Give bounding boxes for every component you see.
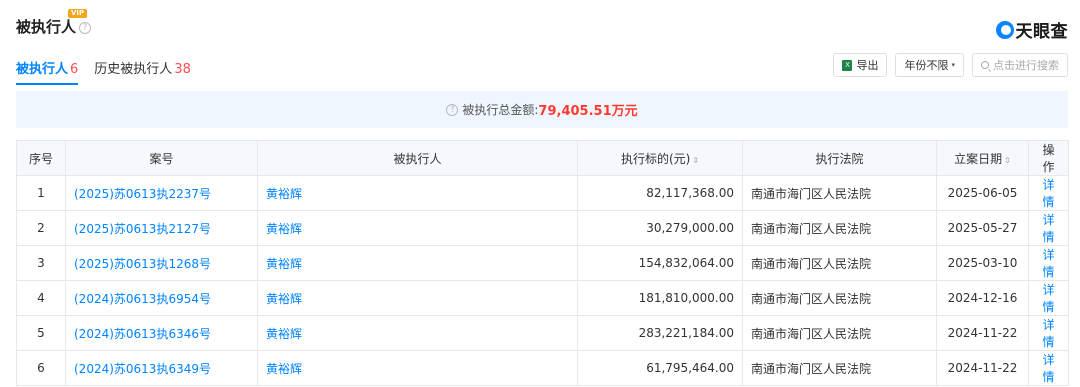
cell-index: 2 — [16, 210, 66, 246]
case-number-link[interactable]: (2024)苏0613执6954号 — [65, 280, 258, 316]
table-row: 4 (2024)苏0613执6954号 黄裕辉 181,810,000.00 南… — [16, 280, 1069, 316]
cell-amount: 82,117,368.00 — [577, 175, 743, 211]
case-number-link[interactable]: (2024)苏0613执6349号 — [65, 350, 258, 386]
tab-count: 6 — [70, 62, 79, 77]
tab-count: 38 — [174, 62, 191, 77]
details-link[interactable]: 详情 — [1028, 315, 1069, 351]
case-number-link[interactable]: (2025)苏0613执2237号 — [65, 175, 258, 211]
table-row: 2 (2025)苏0613执2127号 黄裕辉 30,279,000.00 南通… — [16, 210, 1069, 246]
total-amount-label: 被执行总金额: — [462, 103, 539, 117]
export-label: 导出 — [856, 59, 879, 72]
brand-name: 天眼查 — [1015, 22, 1068, 42]
total-amount-banner: ? 被执行总金额: 79,405.51万元 — [16, 91, 1068, 128]
toolbar: X 导出 年份不限 ▾ 点击进行搜索 — [825, 53, 1068, 77]
details-link[interactable]: 详情 — [1028, 175, 1069, 211]
cell-index: 6 — [16, 350, 66, 386]
tab-bar: 被执行人 6 历史被执行人 38 — [16, 58, 207, 85]
person-name-link[interactable]: 黄裕辉 — [257, 245, 578, 281]
brand-logo: 天眼查 — [995, 17, 1069, 42]
person-name-link[interactable]: 黄裕辉 — [257, 280, 578, 316]
cell-court: 南通市海门区人民法院 — [742, 350, 937, 386]
cell-date: 2024-11-22 — [936, 315, 1029, 351]
cell-index: 5 — [16, 315, 66, 351]
cell-amount: 283,221,184.00 — [577, 315, 743, 351]
cell-court: 南通市海门区人民法院 — [742, 210, 937, 246]
search-placeholder: 点击进行搜索 — [993, 59, 1059, 72]
details-link[interactable]: 详情 — [1028, 245, 1069, 281]
person-name-link[interactable]: 黄裕辉 — [257, 210, 578, 246]
cell-court: 南通市海门区人民法院 — [742, 175, 937, 211]
sort-icon[interactable]: ⇕ — [1004, 156, 1011, 165]
export-button[interactable]: X 导出 — [833, 53, 888, 77]
tab-current-executed[interactable]: 被执行人 6 — [16, 58, 79, 85]
brand-logo-icon — [995, 20, 1014, 39]
case-number-link[interactable]: (2025)苏0613执1268号 — [65, 245, 258, 281]
column-header-date[interactable]: 立案日期 ⇕ — [936, 140, 1029, 176]
table-row: 1 (2025)苏0613执2237号 黄裕辉 82,117,368.00 南通… — [16, 175, 1069, 211]
table-row: 6 (2024)苏0613执6349号 黄裕辉 61,795,464.00 南通… — [16, 350, 1069, 386]
column-header-case: 案号 — [65, 140, 258, 176]
tab-history-executed[interactable]: 历史被执行人 38 — [94, 58, 191, 85]
tab-label: 被执行人 — [16, 62, 69, 77]
column-header-amount-label: 执行标的(元) — [620, 151, 691, 166]
table-header-row: 序号 案号 被执行人 执行标的(元) ⇕ 执行法院 立案日期 ⇕ 操作 — [16, 140, 1069, 176]
section-header: 被执行人 VIP ? 天眼查 — [16, 9, 1068, 42]
details-link[interactable]: 详情 — [1028, 210, 1069, 246]
chevron-down-icon: ▾ — [951, 61, 955, 69]
cell-amount: 181,810,000.00 — [577, 280, 743, 316]
total-amount-value: 79,405.51万元 — [538, 104, 638, 119]
table-row: 5 (2024)苏0613执6346号 黄裕辉 283,221,184.00 南… — [16, 315, 1069, 351]
cell-index: 4 — [16, 280, 66, 316]
sort-icon[interactable]: ⇕ — [692, 156, 699, 165]
year-filter-value: 年份不限 — [904, 59, 949, 72]
cell-court: 南通市海门区人民法院 — [742, 245, 937, 281]
table-row: 3 (2025)苏0613执1268号 黄裕辉 154,832,064.00 南… — [16, 245, 1069, 281]
help-icon[interactable]: ? — [79, 22, 92, 34]
cell-amount: 61,795,464.00 — [577, 350, 743, 386]
case-number-link[interactable]: (2024)苏0613执6346号 — [65, 315, 258, 351]
title-group: 被执行人 VIP ? — [16, 9, 92, 38]
column-header-amount[interactable]: 执行标的(元) ⇕ — [577, 140, 743, 176]
cell-date: 2024-12-16 — [936, 280, 1029, 316]
column-header-date-label: 立案日期 — [954, 151, 1003, 166]
cell-index: 3 — [16, 245, 66, 281]
person-name-link[interactable]: 黄裕辉 — [257, 315, 578, 351]
column-header-index: 序号 — [16, 140, 66, 176]
cell-amount: 30,279,000.00 — [577, 210, 743, 246]
cell-date: 2025-06-05 — [936, 175, 1029, 211]
cell-date: 2024-11-22 — [936, 350, 1029, 386]
column-header-court: 执行法院 — [742, 140, 937, 176]
executed-persons-table: 序号 案号 被执行人 执行标的(元) ⇕ 执行法院 立案日期 ⇕ 操作 1 (202… — [16, 140, 1069, 386]
cell-court: 南通市海门区人民法院 — [742, 315, 937, 351]
excel-icon: X — [842, 59, 853, 71]
cell-index: 1 — [16, 175, 66, 211]
case-number-link[interactable]: (2025)苏0613执2127号 — [65, 210, 258, 246]
cell-court: 南通市海门区人民法院 — [742, 280, 937, 316]
column-header-op: 操作 — [1028, 140, 1069, 176]
year-filter-dropdown[interactable]: 年份不限 ▾ — [895, 53, 964, 77]
search-input[interactable]: 点击进行搜索 — [972, 53, 1068, 77]
section-title: 被执行人 — [16, 18, 77, 36]
help-icon[interactable]: ? — [446, 103, 459, 116]
column-header-name: 被执行人 — [257, 140, 578, 176]
details-link[interactable]: 详情 — [1028, 350, 1069, 386]
cell-date: 2025-05-27 — [936, 210, 1029, 246]
person-name-link[interactable]: 黄裕辉 — [257, 175, 578, 211]
person-name-link[interactable]: 黄裕辉 — [257, 350, 578, 386]
search-icon — [981, 61, 989, 69]
cell-amount: 154,832,064.00 — [577, 245, 743, 281]
tab-label: 历史被执行人 — [94, 62, 173, 77]
vip-badge: VIP — [68, 9, 88, 18]
details-link[interactable]: 详情 — [1028, 280, 1069, 316]
cell-date: 2025-03-10 — [936, 245, 1029, 281]
